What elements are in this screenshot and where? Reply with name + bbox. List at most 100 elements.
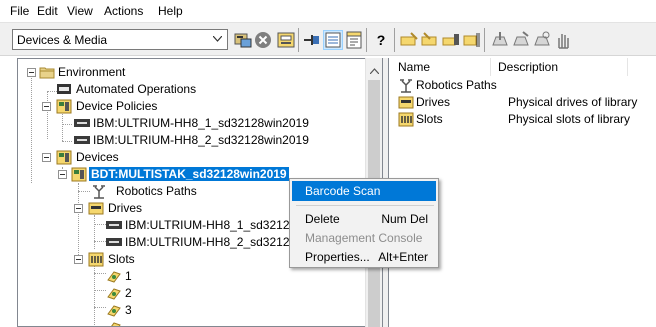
collapse-icon[interactable] (58, 170, 67, 179)
barcode-scan-icon[interactable] (462, 30, 482, 50)
slot-icon (106, 268, 122, 284)
robotic-arm-icon (398, 77, 414, 93)
menu-view[interactable]: View (67, 4, 93, 18)
menu-item-label: Delete (305, 212, 340, 226)
toolbar-separator (484, 28, 485, 52)
export-icon[interactable] (511, 30, 531, 50)
menu-item-shortcut: Num Del (381, 212, 428, 226)
toolbar-separator (366, 28, 367, 52)
menu-file[interactable]: File (10, 4, 29, 18)
hand-icon[interactable] (553, 30, 573, 50)
slot-icon (106, 302, 122, 318)
menu-item-label: Barcode Scan (305, 184, 381, 198)
toolbar-separator (298, 28, 299, 52)
tape-drive-icon (74, 132, 90, 148)
folder-icon (39, 64, 55, 80)
list-item-name: Slots (416, 112, 443, 126)
tree-node-environment[interactable]: Environment (18, 64, 378, 81)
media-icon[interactable] (276, 30, 296, 50)
tree-node-policy-drive-2[interactable]: IBM:ULTRIUM-HH8_2_sd32128win2019 (18, 132, 378, 149)
tree-label: 3 (125, 303, 132, 317)
unload-media-icon[interactable] (420, 30, 440, 50)
column-separator[interactable] (490, 58, 491, 76)
tree-node-slot-4[interactable] (18, 319, 378, 326)
tree-node-slot-1[interactable]: 1 (18, 268, 378, 285)
tree-label: 1 (125, 269, 132, 283)
tape-drive-icon (106, 217, 122, 233)
column-header-description[interactable]: Description (498, 60, 558, 74)
load-media-icon[interactable] (399, 30, 419, 50)
menu-edit[interactable]: Edit (37, 4, 58, 18)
list-item-description: Physical slots of library (508, 112, 631, 126)
cancel-icon[interactable] (253, 30, 273, 50)
column-separator[interactable] (627, 58, 628, 76)
list-item-slots[interactable]: Slots Physical slots of library (398, 111, 653, 127)
tree-node-device-policies[interactable]: Device Policies (18, 98, 378, 115)
list-item-name: Drives (416, 95, 451, 109)
drives-folder-icon (398, 94, 414, 110)
properties-icon[interactable] (344, 30, 364, 50)
slots-icon (88, 251, 104, 267)
tree-label: BDT:MULTISTAK_sd32128win2019 (88, 166, 290, 182)
context-menu: Barcode Scan Delete Num Del Management C… (289, 178, 439, 268)
menu-item-delete[interactable]: Delete Num Del (292, 209, 436, 229)
tree-node-automated-operations[interactable]: Automated Operations (18, 81, 378, 98)
menu-item-properties[interactable]: Properties... Alt+Enter (292, 247, 436, 267)
menu-item-shortcut: Alt+Enter (378, 250, 428, 264)
tree-node-slot-2[interactable]: 2 (18, 285, 378, 302)
collapse-icon[interactable] (74, 204, 83, 213)
collapse-icon[interactable] (27, 68, 36, 77)
chevron-down-icon[interactable] (209, 30, 227, 49)
robotic-arm-icon (91, 183, 107, 199)
column-header-name[interactable]: Name (398, 60, 430, 74)
pin-icon[interactable] (302, 30, 322, 50)
view-selector-value: Devices & Media (17, 33, 108, 47)
collapse-icon[interactable] (42, 153, 51, 162)
tree-label: Environment (58, 65, 126, 79)
tape-drive-icon (106, 234, 122, 250)
tree-label: Robotics Paths (116, 184, 197, 198)
tree-label: IBM:ULTRIUM-HH8_1_sd3212 (125, 218, 290, 232)
slot-icon (106, 285, 122, 301)
collapse-icon[interactable] (74, 255, 83, 264)
collapse-icon[interactable] (42, 102, 51, 111)
tree-label: IBM:ULTRIUM-HH8_2_sd3212 (125, 235, 290, 249)
toolbar-separator (394, 28, 395, 52)
menu-bar: File Edit View Actions Help (0, 0, 656, 22)
library-icon (71, 166, 87, 182)
tree-label: 2 (125, 286, 132, 300)
list-item-drives[interactable]: Drives Physical drives of library (398, 94, 653, 110)
devices-icon (56, 149, 72, 165)
tree-label: Slots (108, 252, 135, 266)
menu-item-management-console: Management Console (292, 228, 436, 248)
tree-label: Automated Operations (76, 82, 197, 96)
list-item-name: Robotics Paths (416, 78, 497, 92)
eject-media-icon[interactable] (441, 30, 461, 50)
list-item-description: Physical drives of library (508, 95, 638, 109)
help-icon[interactable]: ? (371, 30, 391, 50)
menu-item-label: Management Console (305, 231, 423, 245)
tree-node-slot-3[interactable]: 3 (18, 302, 378, 319)
tree-label: Drives (108, 201, 143, 215)
toolbar: Devices & Media ? (0, 22, 656, 56)
tree-node-policy-drive-1[interactable]: IBM:ULTRIUM-HH8_1_sd32128win2019 (18, 115, 378, 132)
tree-node-devices[interactable]: Devices (18, 149, 378, 166)
policies-icon (56, 98, 72, 114)
menu-actions[interactable]: Actions (104, 4, 143, 18)
menu-item-label: Properties... (305, 250, 370, 264)
import-icon[interactable] (490, 30, 510, 50)
device-wizard-icon[interactable] (233, 30, 253, 50)
menu-help[interactable]: Help (158, 4, 183, 18)
list-view-icon[interactable] (323, 30, 343, 50)
tree-label: IBM:ULTRIUM-HH8_1_sd32128win2019 (93, 116, 309, 130)
drives-folder-icon (88, 200, 104, 216)
menu-separator (296, 205, 434, 206)
scroll-up-icon[interactable] (369, 63, 380, 77)
operations-icon (56, 81, 72, 97)
slot-icon (106, 319, 122, 326)
tree-label: Devices (76, 150, 119, 164)
view-selector-dropdown[interactable]: Devices & Media (12, 29, 228, 50)
inventory-icon[interactable] (532, 30, 552, 50)
menu-item-barcode-scan[interactable]: Barcode Scan (292, 181, 436, 201)
list-item-robotics-paths[interactable]: Robotics Paths (398, 77, 653, 93)
